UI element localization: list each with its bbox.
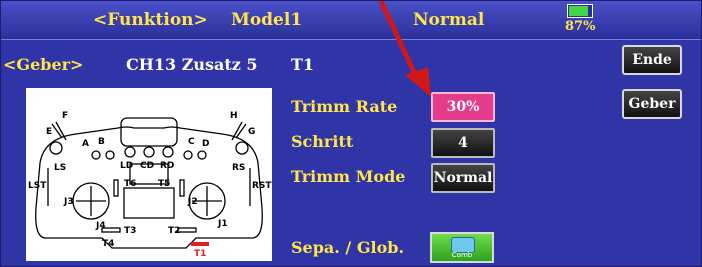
annotation-arrow bbox=[378, 1, 431, 97]
screen-frame: <Funktion> Model1 Normal 87% <Geber> CH1… bbox=[0, 0, 702, 267]
